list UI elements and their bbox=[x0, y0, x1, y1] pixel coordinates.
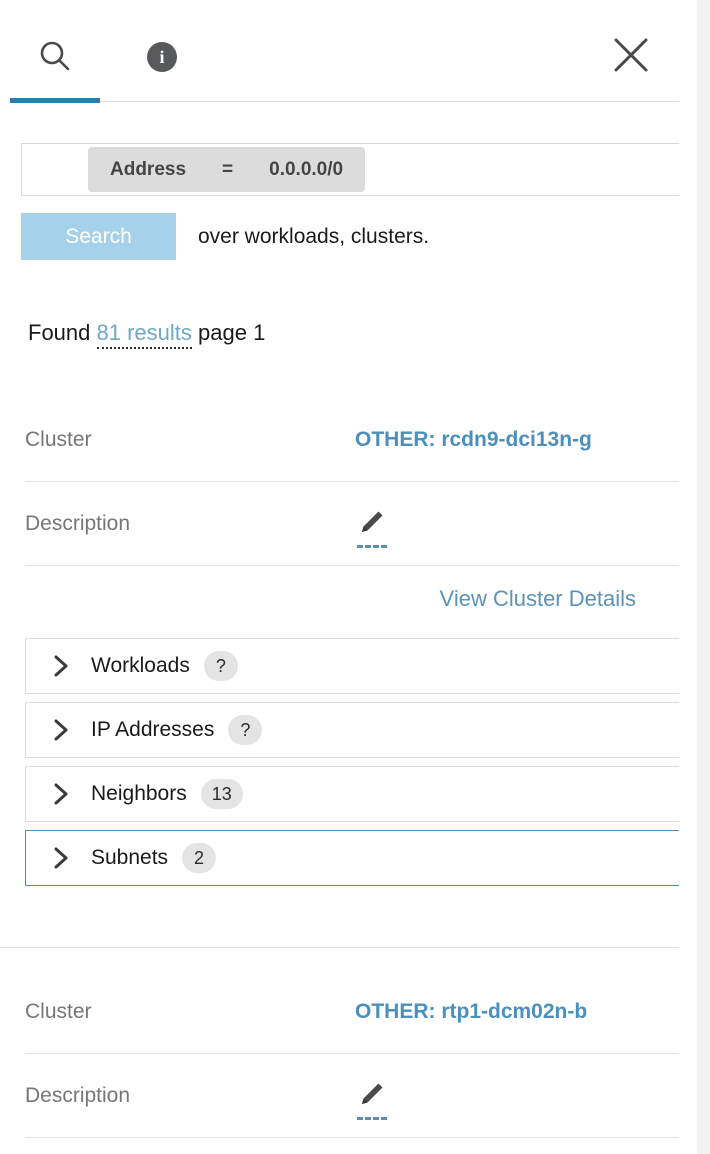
accordion-workloads[interactable]: Workloads ? bbox=[25, 638, 679, 694]
accordion-label: IP Addresses bbox=[91, 718, 215, 741]
result-block: Cluster OTHER: rtp1-dcm02n-b Description bbox=[0, 970, 679, 1138]
active-tab-indicator bbox=[10, 98, 100, 103]
accordion-list: Workloads ? IP Addresses ? Neighbors 13 … bbox=[25, 638, 679, 886]
cluster-label: Cluster bbox=[25, 999, 92, 1023]
chevron-right-icon bbox=[53, 846, 73, 870]
cluster-row: Cluster OTHER: rcdn9-dci13n-g bbox=[25, 398, 679, 482]
panel-tabbar: i bbox=[0, 0, 679, 105]
results-summary: Found 81 results page 1 bbox=[28, 320, 266, 349]
accordion-badge: 13 bbox=[200, 779, 243, 809]
accordion-label: Neighbors bbox=[91, 782, 187, 805]
result-block: Cluster OTHER: rcdn9-dci13n-g Descriptio… bbox=[0, 398, 679, 894]
pencil-icon bbox=[355, 1083, 387, 1115]
edit-description-button[interactable] bbox=[355, 507, 389, 548]
pencil-icon bbox=[355, 511, 387, 543]
accordion-badge: ? bbox=[203, 651, 238, 681]
edit-underline bbox=[357, 1116, 387, 1120]
view-cluster-details-link[interactable]: View Cluster Details bbox=[440, 586, 636, 612]
results-page: page 1 bbox=[198, 320, 266, 345]
tab-info[interactable]: i bbox=[123, 22, 201, 92]
tab-search[interactable] bbox=[10, 22, 100, 92]
description-row: Description bbox=[25, 1054, 679, 1138]
accordion-ip-addresses[interactable]: IP Addresses ? bbox=[25, 702, 679, 758]
panel-viewport: i Address = 0.0.0.0/0 Search over worklo… bbox=[0, 0, 679, 1154]
cluster-row: Cluster OTHER: rtp1-dcm02n-b bbox=[25, 970, 679, 1054]
cluster-details-row: View Cluster Details bbox=[0, 566, 679, 632]
accordion-badge: 2 bbox=[182, 843, 217, 873]
search-button[interactable]: Search bbox=[21, 213, 176, 260]
close-icon bbox=[610, 34, 652, 81]
filter-chip-field: Address bbox=[110, 158, 187, 180]
search-icon bbox=[37, 39, 73, 75]
tabbar-divider bbox=[100, 101, 679, 102]
accordion-subnets[interactable]: Subnets 2 bbox=[25, 830, 679, 886]
results-count[interactable]: 81 results bbox=[96, 320, 192, 349]
cluster-label: Cluster bbox=[25, 427, 92, 451]
search-scope-text: over workloads, clusters. bbox=[198, 224, 430, 248]
edit-underline bbox=[357, 544, 387, 548]
accordion-neighbors[interactable]: Neighbors 13 bbox=[25, 766, 679, 822]
description-row: Description bbox=[25, 482, 679, 566]
edit-description-button[interactable] bbox=[355, 1079, 389, 1120]
filter-chip-operator: = bbox=[222, 158, 234, 180]
accordion-label: Subnets bbox=[91, 846, 169, 869]
close-button[interactable] bbox=[606, 32, 656, 82]
description-label: Description bbox=[25, 1083, 131, 1107]
chevron-right-icon bbox=[53, 718, 73, 742]
page-gutter bbox=[697, 0, 710, 1154]
chevron-right-icon bbox=[53, 654, 73, 678]
accordion-label: Workloads bbox=[91, 654, 190, 677]
search-input[interactable]: Address = 0.0.0.0/0 bbox=[21, 143, 679, 196]
filter-chip[interactable]: Address = 0.0.0.0/0 bbox=[88, 147, 366, 192]
result-separator bbox=[0, 947, 679, 948]
search-action-row: Search over workloads, clusters. bbox=[21, 213, 429, 260]
filter-chip-value: 0.0.0.0/0 bbox=[269, 158, 344, 180]
description-label: Description bbox=[25, 511, 131, 535]
search-results-panel: i Address = 0.0.0.0/0 Search over worklo… bbox=[0, 0, 710, 1154]
scrollbar-track[interactable] bbox=[679, 0, 695, 1154]
cluster-link[interactable]: OTHER: rcdn9-dci13n-g bbox=[355, 428, 592, 452]
chevron-right-icon bbox=[53, 782, 73, 806]
results-prefix: Found bbox=[28, 320, 91, 345]
info-icon: i bbox=[147, 42, 177, 72]
accordion-badge: ? bbox=[228, 715, 263, 745]
cluster-link[interactable]: OTHER: rtp1-dcm02n-b bbox=[355, 1000, 587, 1024]
